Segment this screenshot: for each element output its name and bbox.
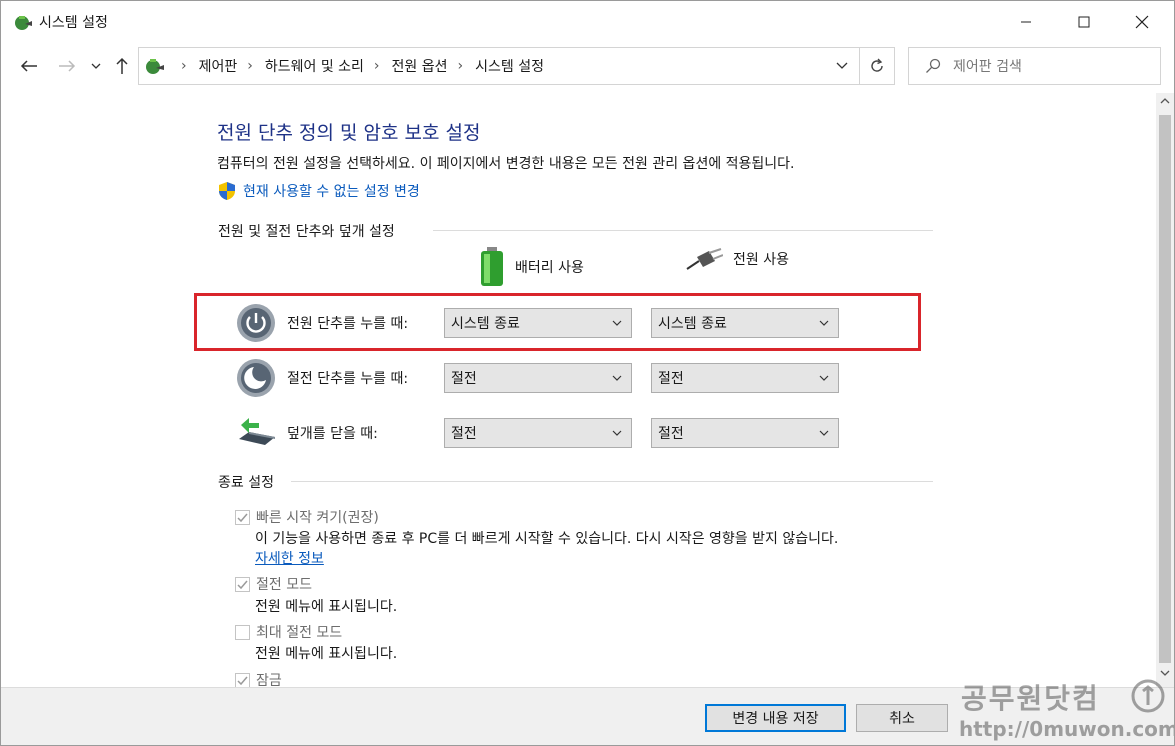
lid-close-battery-select[interactable]: 절전: [444, 418, 632, 448]
learn-more-link[interactable]: 자세한 정보: [255, 548, 324, 568]
close-button[interactable]: [1113, 1, 1171, 43]
forward-button[interactable]: [53, 53, 81, 79]
sleep-button-plugged-value: 절전: [658, 371, 684, 387]
refresh-icon: [871, 58, 883, 72]
search-box[interactable]: 제어판 검색: [908, 47, 1161, 85]
power-options-icon: [146, 59, 164, 74]
battery-icon: [481, 247, 503, 286]
sleep-button-plugged-select[interactable]: 절전: [651, 363, 839, 393]
minimize-button[interactable]: [997, 1, 1055, 43]
uac-shield-icon: [219, 182, 235, 200]
battery-column-label: 배터리 사용: [515, 260, 584, 276]
save-changes-button[interactable]: 변경 내용 저장: [705, 704, 846, 732]
maximize-button[interactable]: [1055, 1, 1113, 43]
plugged-column-header: 전원 사용: [685, 247, 789, 271]
vertical-scrollbar[interactable]: [1156, 93, 1174, 687]
breadcrumb-power-options[interactable]: 전원 옵션: [392, 56, 448, 76]
search-placeholder: 제어판 검색: [953, 59, 1022, 75]
maximize-icon: [1078, 16, 1090, 28]
sleep-button-icon: [235, 357, 277, 399]
plugged-column-label: 전원 사용: [733, 252, 789, 268]
checkmark-icon: [237, 513, 248, 522]
highlight-box: [194, 293, 921, 351]
page-title: 전원 단추 정의 및 암호 보호 설정: [217, 122, 481, 144]
fast-startup-description: 이 기능을 사용하면 종료 후 PC를 더 빠르게 시작할 수 있습니다. 다시…: [255, 531, 839, 547]
chevron-down-icon: [819, 375, 829, 381]
battery-column-header: 배터리 사용: [479, 247, 584, 287]
sleep-mode-label: 절전 모드: [256, 577, 312, 593]
checkbox-box[interactable]: [235, 576, 250, 592]
fast-startup-label: 빠른 시작 켜기(권장): [256, 510, 379, 526]
sleep-mode-description: 전원 메뉴에 표시됩니다.: [255, 599, 398, 615]
watermark-logo-icon: [1131, 679, 1165, 713]
lid-close-plugged-value: 절전: [658, 426, 684, 442]
arrow-left-icon: [20, 60, 37, 72]
cancel-button[interactable]: 취소: [856, 704, 948, 732]
hibernate-checkbox[interactable]: 최대 절전 모드: [235, 622, 342, 642]
title-bar: 시스템 설정: [1, 1, 1174, 43]
group-divider: [291, 481, 933, 482]
checkmark-icon: [237, 580, 248, 589]
lid-close-plugged-select[interactable]: 절전: [651, 418, 839, 448]
hibernate-label: 최대 절전 모드: [256, 625, 343, 641]
sleep-mode-checkbox[interactable]: 절전 모드: [235, 574, 312, 594]
refresh-button[interactable]: [860, 47, 895, 85]
fast-startup-checkbox[interactable]: 빠른 시작 켜기(권장): [235, 507, 379, 527]
chevron-right-icon[interactable]: ›: [458, 58, 464, 74]
change-unavailable-settings-label[interactable]: 현재 사용할 수 없는 설정 변경: [243, 181, 420, 201]
window-title: 시스템 설정: [39, 15, 108, 31]
sleep-button-battery-select[interactable]: 절전: [444, 363, 632, 393]
scroll-up-icon[interactable]: [1159, 95, 1171, 107]
breadcrumb-hardware-sound[interactable]: 하드웨어 및 소리: [265, 56, 364, 76]
chevron-down-icon: [91, 63, 101, 69]
checkbox-box[interactable]: [235, 509, 250, 525]
chevron-right-icon[interactable]: ›: [374, 58, 380, 74]
power-buttons-group-label: 전원 및 절전 단추와 덮개 설정: [218, 224, 395, 240]
watermark-url: http://0muwon.com: [959, 717, 1175, 741]
system-settings-window: 시스템 설정 › 제어판 › 하드웨어 및 소리 › 전원 옵션 › 시스템 설…: [0, 0, 1175, 746]
shutdown-settings-group-label: 종료 설정: [218, 475, 274, 491]
scrollbar-thumb[interactable]: [1159, 115, 1171, 663]
lid-close-label: 덮개를 닫을 때:: [287, 426, 378, 442]
breadcrumb: › 제어판 › 하드웨어 및 소리 › 전원 옵션 › 시스템 설정: [171, 56, 544, 76]
search-icon: [926, 58, 941, 73]
sleep-button-label: 절전 단추를 누를 때:: [287, 371, 409, 387]
breadcrumb-system-settings[interactable]: 시스템 설정: [475, 56, 544, 76]
page-description: 컴퓨터의 전원 설정을 선택하세요. 이 페이지에서 변경한 내용은 모든 전원…: [217, 156, 795, 172]
group-divider: [433, 230, 933, 231]
power-plug-icon: [686, 248, 723, 270]
lock-checkbox[interactable]: 잠금: [235, 670, 282, 687]
back-button[interactable]: [15, 53, 43, 79]
laptop-lid-icon: [235, 412, 277, 454]
watermark: 공무원닷컴 http://0muwon.com: [959, 677, 1174, 745]
watermark-title: 공무원닷컴: [961, 682, 1100, 715]
checkmark-icon: [237, 676, 248, 685]
chevron-down-icon[interactable]: [835, 58, 849, 72]
recent-locations-button[interactable]: [87, 53, 105, 79]
content-area: 전원 단추 정의 및 암호 보호 설정 컴퓨터의 전원 설정을 선택하세요. 이…: [1, 93, 1156, 687]
power-options-icon: [15, 16, 32, 30]
lid-close-battery-value: 절전: [451, 426, 477, 442]
lock-label: 잠금: [256, 673, 282, 687]
arrow-up-icon: [116, 57, 128, 74]
minimize-icon: [1021, 21, 1031, 23]
chevron-right-icon[interactable]: ›: [247, 58, 253, 74]
change-unavailable-settings-link[interactable]: 현재 사용할 수 없는 설정 변경: [217, 181, 420, 201]
close-icon: [1135, 15, 1149, 29]
chevron-right-icon: ›: [181, 58, 187, 74]
sleep-button-battery-value: 절전: [451, 371, 477, 387]
chevron-down-icon: [612, 375, 622, 381]
checkbox-box[interactable]: [235, 672, 250, 687]
chevron-down-icon: [819, 430, 829, 436]
checkbox-box[interactable]: [235, 624, 250, 640]
address-bar[interactable]: › 제어판 › 하드웨어 및 소리 › 전원 옵션 › 시스템 설정: [138, 47, 860, 85]
hibernate-description: 전원 메뉴에 표시됩니다.: [255, 646, 398, 662]
up-button[interactable]: [111, 53, 133, 79]
arrow-right-icon: [59, 60, 76, 72]
breadcrumb-control-panel[interactable]: 제어판: [199, 56, 238, 76]
chevron-down-icon: [612, 430, 622, 436]
